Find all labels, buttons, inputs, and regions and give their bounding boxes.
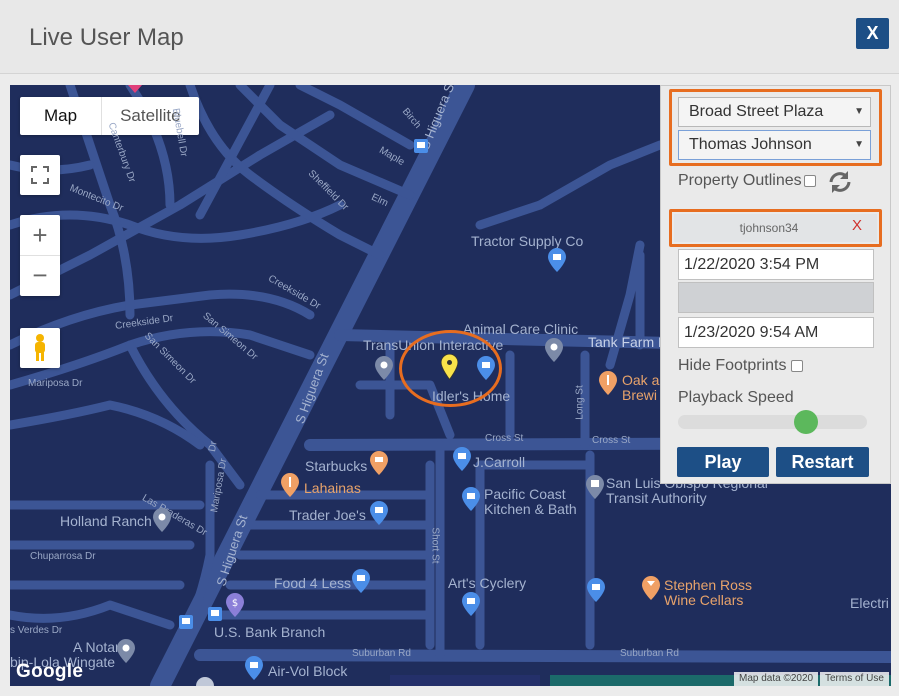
street-label: Suburban Rd [620, 648, 679, 659]
fullscreen-icon [31, 166, 49, 184]
bar-pin-icon[interactable] [642, 576, 660, 600]
end-time-input[interactable]: 1/23/2020 9:54 AM [678, 317, 874, 348]
terms-of-use-link[interactable]: Terms of Use [820, 672, 889, 686]
bank-pin-icon[interactable]: $ [226, 593, 244, 617]
user-select-value: Thomas Johnson [689, 136, 812, 153]
remove-user-button[interactable]: X [852, 217, 862, 234]
refresh-icon[interactable] [826, 169, 854, 195]
poi-label: Starbucks [305, 458, 368, 474]
live-user-map-dialog: Live User Map X Map Satellite + − S Higu… [0, 0, 899, 696]
map-data-attribution[interactable]: Map data ©2020 [734, 672, 819, 686]
street-label: Suburban Rd [352, 648, 411, 659]
transit-pin-icon[interactable] [586, 475, 604, 499]
poi-label: Holland Ranch [60, 513, 152, 529]
street-label: s Verdes Dr [10, 625, 63, 636]
property-outlines-label: Property Outlines [678, 172, 802, 189]
caret-down-icon: ▼ [854, 139, 864, 150]
playback-control-panel: Broad Street Plaza ▼ Thomas Johnson ▼ Pr… [660, 85, 891, 484]
play-button[interactable]: Play [677, 447, 769, 477]
zoom-location-icon [196, 677, 214, 686]
street-label: Short St [429, 527, 441, 564]
street-label: Tank Farm R [588, 334, 669, 350]
poi-label: Electri [850, 595, 889, 611]
street-view-pegman-button[interactable] [20, 328, 60, 368]
shopping-pin-icon[interactable] [245, 656, 263, 680]
poi-label: Pacific Coast [484, 486, 566, 502]
svg-text:$: $ [232, 598, 238, 609]
bus-stop-icon[interactable] [414, 139, 428, 153]
start-time-input[interactable]: 1/22/2020 3:54 PM [678, 249, 874, 280]
street-label: Cross St [485, 433, 524, 444]
location-pin-icon[interactable] [375, 356, 393, 380]
timeline-bar[interactable] [678, 282, 874, 313]
map-type-map-button[interactable]: Map [20, 97, 103, 135]
poi-label: Art's Cyclery [448, 575, 527, 591]
poi-label: Trader Joe's [289, 507, 366, 523]
poi-label: Stephen Ross [664, 577, 752, 593]
street-label: Cross St [592, 435, 631, 446]
zoom-out-button[interactable]: − [20, 256, 60, 296]
poi-label: Lahainas [304, 480, 361, 496]
poi-label: Food 4 Less [274, 575, 352, 591]
user-select[interactable]: Thomas Johnson ▼ [678, 130, 871, 160]
fullscreen-button[interactable] [20, 155, 60, 195]
shopping-pin-icon[interactable] [453, 447, 471, 471]
poi-label: Animal Care Clinic [463, 321, 579, 337]
street-label: Long St [574, 385, 586, 420]
poi-label: Oak a [622, 372, 660, 388]
poi-label: Kitchen & Bath [484, 501, 577, 517]
playback-speed-label: Playback Speed [678, 389, 794, 406]
pegman-icon [35, 334, 45, 361]
google-logo: Google [16, 661, 84, 682]
property-outlines-checkbox[interactable] [804, 175, 816, 187]
location-pin-icon[interactable] [153, 508, 171, 532]
map-pin-fragment-icon [128, 85, 142, 93]
poi-label: Brewi [622, 387, 658, 403]
hide-footprints-checkbox[interactable] [791, 360, 803, 372]
restaurant-pin-icon[interactable] [281, 473, 299, 497]
selected-user-chip: tjohnson34 X [674, 214, 877, 242]
property-select[interactable]: Broad Street Plaza ▼ [678, 97, 871, 127]
shopping-pin-icon[interactable] [587, 578, 605, 602]
property-select-value: Broad Street Plaza [689, 103, 824, 120]
playback-speed-thumb[interactable] [793, 410, 818, 434]
username-text: tjohnson34 [739, 221, 799, 235]
close-button[interactable]: X [856, 18, 889, 49]
poi-label: Transit Authority [606, 490, 707, 506]
shopping-pin-icon[interactable] [462, 592, 480, 616]
restaurant-pin-icon[interactable] [599, 371, 617, 395]
cafe-pin-icon[interactable] [370, 451, 388, 475]
playback-speed-slider[interactable] [678, 410, 867, 434]
location-pin-icon[interactable] [117, 639, 135, 663]
zoom-in-button[interactable]: + [20, 216, 60, 256]
poi-label: Wine Cellars [664, 592, 744, 608]
highlight-circle [399, 330, 502, 407]
bus-stop-icon[interactable] [179, 615, 193, 629]
location-pin-icon[interactable] [545, 338, 563, 362]
grocery-pin-icon[interactable] [352, 569, 370, 593]
poi-label: Tractor Supply Co [471, 233, 584, 249]
grocery-pin-icon[interactable] [370, 501, 388, 525]
restart-button[interactable]: Restart [776, 447, 869, 477]
caret-down-icon: ▼ [854, 106, 864, 117]
dialog-header: Live User Map X [0, 0, 899, 74]
poi-label: U.S. Bank Branch [214, 624, 326, 640]
zoom-control: + − [20, 215, 60, 296]
hide-footprints-label: Hide Footprints [678, 357, 787, 374]
dialog-title: Live User Map [29, 24, 184, 51]
street-label: Dr [206, 440, 220, 453]
shopping-pin-icon[interactable] [462, 487, 480, 511]
bus-stop-icon[interactable] [208, 607, 222, 621]
shopping-pin-icon[interactable] [548, 248, 566, 272]
poi-label: J.Carroll [473, 454, 526, 470]
street-label: Mariposa Dr [28, 378, 83, 389]
poi-label: Air-Vol Block [268, 663, 348, 679]
street-label: Chuparrosa Dr [30, 551, 96, 562]
